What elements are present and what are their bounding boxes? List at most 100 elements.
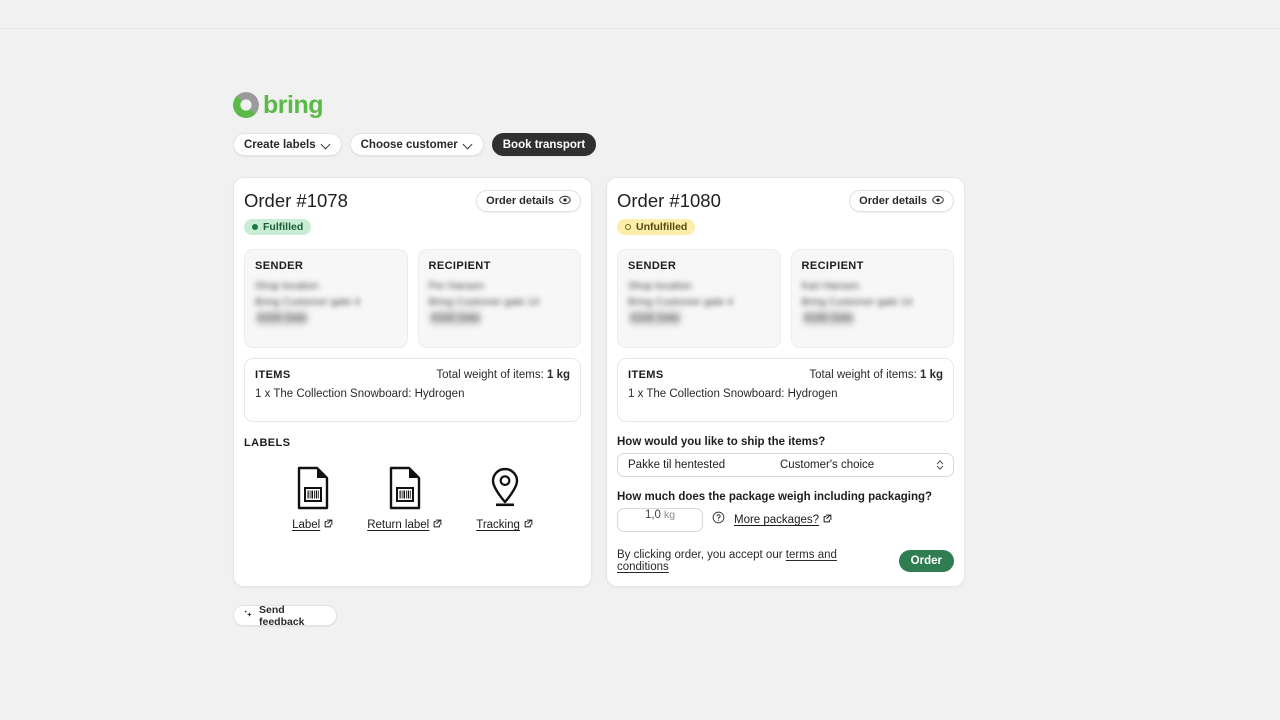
weight-row: 1,0 kg More packages? — [617, 508, 954, 533]
items-line: 1 x The Collection Snowboard: Hydrogen — [628, 388, 838, 401]
sender-heading: SENDER — [628, 260, 677, 273]
recipient-line-2: Bring Customer gate 14 — [428, 296, 540, 309]
external-link-icon — [524, 519, 533, 531]
order-card-1078: Order #1078 Fulfilled Order details SEND… — [233, 177, 592, 587]
terms-text: By clicking order, you accept our terms … — [617, 549, 891, 573]
items-header: ITEMS Total weight of items: 1 kg — [628, 369, 943, 381]
items-heading: ITEMS — [255, 369, 291, 382]
bring-circle-logo-icon — [233, 92, 259, 118]
recipient-line-3: 0155 Oslo — [428, 310, 483, 327]
nav-create-labels-label: Create labels — [244, 138, 316, 151]
question-circle-icon[interactable] — [712, 511, 725, 529]
order-details-button[interactable]: Order details — [849, 190, 954, 212]
items-line: 1 x The Collection Snowboard: Hydrogen — [255, 388, 465, 401]
sender-line-3: 0155 Oslo — [628, 310, 682, 327]
recipient-address: Per Hansen Bring Customer gate 14 0155 O… — [428, 278, 571, 327]
items-total-weight: Total weight of items: 1 kg — [436, 369, 570, 381]
order-action-row: By clicking order, you accept our terms … — [617, 549, 954, 573]
external-link-icon — [324, 519, 333, 531]
top-nav: Create labels Choose customer Book trans… — [233, 133, 1280, 156]
nav-create-labels[interactable]: Create labels — [233, 133, 342, 156]
recipient-line-3: 0155 Oslo — [801, 310, 856, 327]
parties-row: SENDER Shop location Bring Customer gate… — [244, 249, 581, 349]
sender-line-1: Shop location — [255, 280, 319, 293]
items-total-weight-value: 1 kg — [546, 369, 570, 382]
label-link[interactable]: Label — [292, 519, 333, 531]
weight-input[interactable]: 1,0 kg — [617, 508, 703, 533]
sender-box: SENDER Shop location Bring Customer gate… — [244, 249, 408, 349]
nav-choose-customer-label: Choose customer — [360, 138, 458, 151]
brand-name: bring — [263, 90, 324, 119]
page-root: bring Create labels Choose customer Book… — [0, 0, 1280, 720]
recipient-box: RECIPIENT Per Hansen Bring Customer gate… — [417, 249, 581, 349]
recipient-line-2: Bring Customer gate 14 — [801, 296, 913, 309]
shipping-service-value: Pakke til hentested — [628, 459, 726, 472]
labels-heading: LABELS — [244, 437, 291, 450]
recipient-heading: RECIPIENT — [801, 260, 864, 273]
items-header: ITEMS Total weight of items: 1 kg — [255, 369, 570, 381]
return-label-link-text: Return label — [367, 519, 430, 532]
sender-line-2: Bring Customer gate 4 — [628, 296, 734, 309]
items-box: ITEMS Total weight of items: 1 kg 1 x Th… — [617, 358, 954, 423]
sender-address: Shop location Bring Customer gate 4 0155… — [628, 278, 770, 327]
sender-line-1: Shop location — [628, 280, 692, 293]
order-details-button[interactable]: Order details — [476, 190, 581, 212]
label-item-label[interactable]: Label — [292, 465, 333, 531]
weight-question-label: How much does the package weigh includin… — [617, 491, 933, 504]
weight-input-unit: kg — [663, 509, 676, 522]
recipient-line-1: Per Hansen — [428, 280, 484, 293]
chevron-down-icon — [464, 140, 473, 149]
shipping-option-value: Customer's choice — [779, 459, 875, 472]
more-packages-link-text: More packages? — [734, 514, 820, 527]
external-link-icon — [823, 514, 832, 526]
items-heading: ITEMS — [628, 369, 664, 382]
recipient-box: RECIPIENT Kari Hansen Bring Customer gat… — [790, 249, 954, 349]
labels-row: Label Return label Tracking — [244, 465, 581, 531]
return-label-link[interactable]: Return label — [367, 519, 442, 531]
items-total-weight: Total weight of items: 1 kg — [809, 369, 943, 381]
label-item-tracking[interactable]: Tracking — [476, 465, 533, 531]
eye-icon — [932, 194, 944, 209]
document-barcode-icon — [296, 465, 330, 511]
recipient-line-1: Kari Hansen — [801, 280, 860, 293]
status-badge-label: Fulfilled — [263, 221, 304, 234]
page-title: Order #1078 — [244, 190, 348, 211]
send-feedback-button[interactable]: Send feedback — [233, 604, 337, 628]
ship-question-label: How would you like to ship the items? — [617, 436, 826, 449]
chevron-down-icon — [322, 140, 331, 149]
recipient-address: Kari Hansen Bring Customer gate 14 0155 … — [801, 278, 944, 327]
items-total-weight-prefix: Total weight of items: — [436, 369, 544, 382]
terms-prefix: By clicking order, you accept our — [617, 549, 783, 562]
status-badge: Fulfilled — [244, 219, 312, 236]
orders-container: Order #1078 Fulfilled Order details SEND… — [233, 177, 1280, 587]
external-link-icon — [433, 519, 442, 531]
sender-heading: SENDER — [255, 260, 304, 273]
eye-icon — [559, 194, 571, 209]
sparkle-icon — [243, 609, 254, 623]
document-barcode-icon — [388, 465, 422, 511]
order-card-1080: Order #1080 Unfulfilled Order details SE… — [606, 177, 965, 587]
order-details-label: Order details — [486, 195, 554, 207]
status-badge-label: Unfulfilled — [636, 221, 688, 234]
label-item-return-label[interactable]: Return label — [367, 465, 442, 531]
order-card-header: Order #1078 Fulfilled Order details — [244, 190, 581, 236]
nav-book-transport[interactable]: Book transport — [491, 133, 597, 156]
sender-line-2: Bring Customer gate 4 — [255, 296, 361, 309]
weight-input-value: 1,0 — [644, 509, 661, 522]
shipping-method-select[interactable]: Pakke til hentested Customer's choice — [617, 453, 954, 478]
parties-row: SENDER Shop location Bring Customer gate… — [617, 249, 954, 349]
sender-address: Shop location Bring Customer gate 4 0155… — [255, 278, 397, 327]
tracking-link[interactable]: Tracking — [476, 519, 533, 531]
order-button[interactable]: Order — [898, 550, 954, 573]
filled-dot-icon — [252, 224, 258, 231]
tracking-link-text: Tracking — [476, 519, 520, 532]
brand-logo: bring — [233, 88, 1280, 122]
items-total-weight-prefix: Total weight of items: — [809, 369, 917, 382]
nav-book-transport-label: Book transport — [502, 138, 586, 151]
items-total-weight-value: 1 kg — [919, 369, 943, 382]
sender-box: SENDER Shop location Bring Customer gate… — [617, 249, 781, 349]
more-packages-link[interactable]: More packages? — [734, 514, 832, 526]
nav-choose-customer[interactable]: Choose customer — [349, 133, 484, 156]
page-title: Order #1080 — [617, 190, 721, 211]
items-box: ITEMS Total weight of items: 1 kg 1 x Th… — [244, 358, 581, 423]
